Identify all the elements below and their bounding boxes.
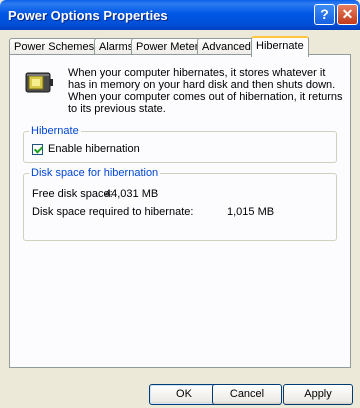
tab-advanced[interactable]: Advanced — [197, 38, 256, 55]
free-disk-space-label: Free disk space: — [32, 188, 113, 200]
disk-space-group: Disk space for hibernation Free disk spa… — [23, 167, 337, 241]
help-icon: ? — [320, 6, 329, 22]
required-disk-space-row: Disk space required to hibernate: 1,015 … — [32, 206, 274, 218]
tab-power-schemes[interactable]: Power Schemes — [9, 38, 100, 55]
enable-hibernation-label[interactable]: Enable hibernation — [48, 143, 140, 155]
apply-button[interactable]: Apply — [283, 384, 353, 405]
title-bar[interactable]: Power Options Properties ? ✕ — [0, 0, 360, 30]
hibernate-panel: When your computer hibernates, it stores… — [9, 54, 351, 368]
intro-text: When your computer hibernates, it stores… — [68, 67, 343, 115]
required-disk-space-label: Disk space required to hibernate: — [32, 206, 194, 218]
window-title: Power Options Properties — [8, 8, 168, 23]
tab-hibernate[interactable]: Hibernate — [251, 36, 309, 57]
dialog-window: Power Options Properties ? ✕ Power Schem… — [0, 0, 360, 408]
required-disk-space-value: 1,015 MB — [227, 206, 275, 218]
close-button[interactable]: ✕ — [337, 4, 358, 25]
help-button[interactable]: ? — [314, 4, 335, 25]
hibernate-group: Hibernate Enable hibernation — [23, 125, 337, 163]
enable-hibernation-checkbox[interactable] — [32, 143, 43, 155]
free-disk-space-value: 44,031 MB — [105, 188, 159, 200]
tab-power-meter[interactable]: Power Meter — [131, 38, 204, 55]
free-disk-space-row: Free disk space: 44,031 MB — [32, 188, 158, 200]
disk-space-group-label: Disk space for hibernation — [29, 167, 161, 179]
enable-hibernation-row[interactable]: Enable hibernation — [32, 143, 140, 155]
ok-button[interactable]: OK — [149, 384, 219, 405]
close-icon: ✕ — [341, 6, 354, 22]
hibernate-group-label: Hibernate — [29, 125, 81, 137]
battery-icon — [25, 72, 53, 93]
cancel-button[interactable]: Cancel — [212, 384, 282, 405]
